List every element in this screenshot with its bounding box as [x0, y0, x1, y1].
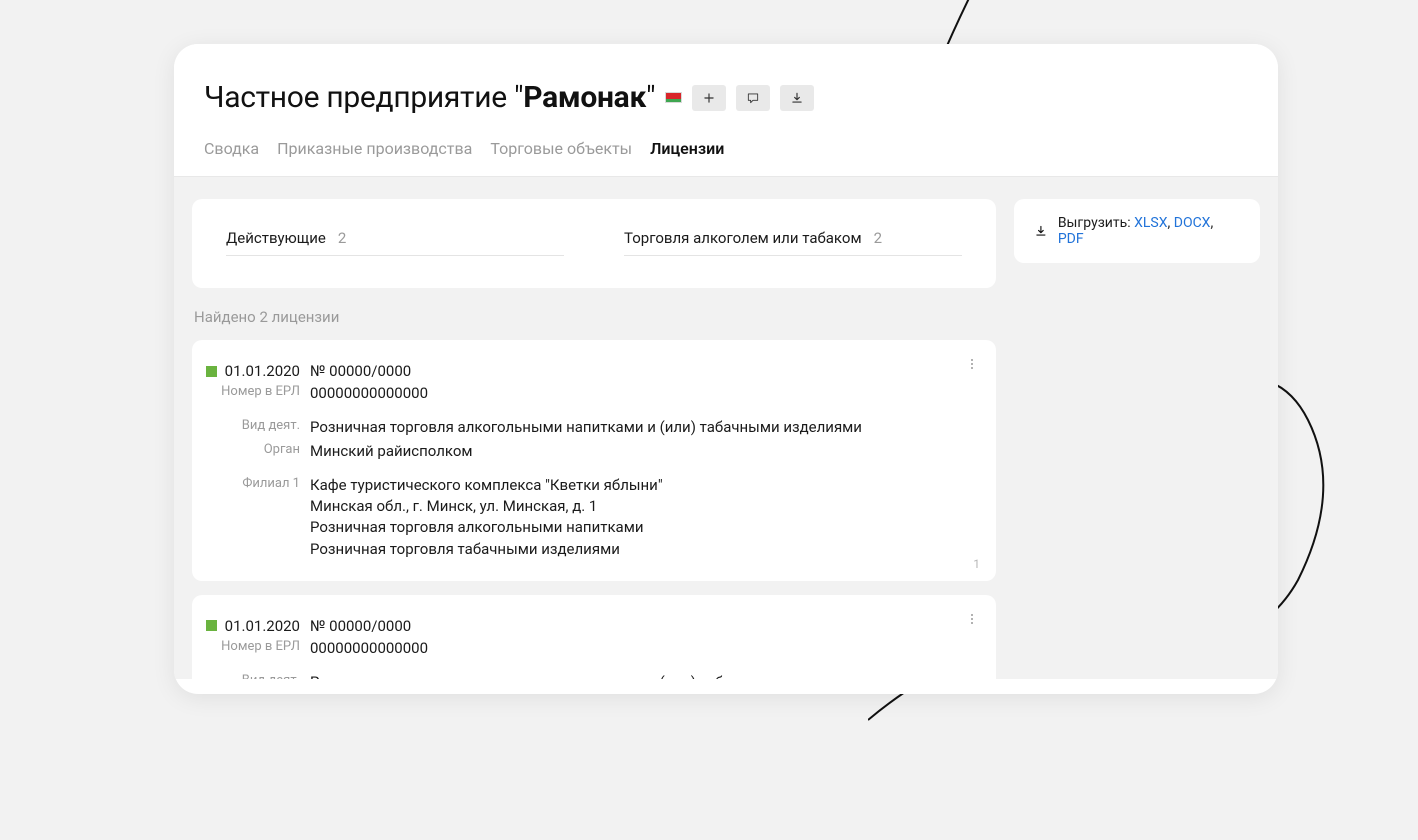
license-date: 01.01.2020	[225, 617, 300, 635]
erl-value: 00000000000000	[310, 638, 428, 658]
card-menu-button[interactable]	[962, 609, 982, 629]
download-button[interactable]	[780, 85, 814, 111]
tabs: Сводка Приказные производства Торговые о…	[174, 115, 1278, 177]
status-active-icon	[206, 366, 217, 377]
activity-label: Вид деят.	[220, 672, 310, 679]
export-pdf-link[interactable]: PDF	[1058, 231, 1084, 247]
comment-icon	[746, 91, 760, 105]
export-card: Выгрузить: XLSX, DOCX, PDF	[1014, 199, 1260, 263]
erl-value: 00000000000000	[310, 383, 428, 403]
tab-licenses[interactable]: Лицензии	[650, 139, 724, 158]
license-date: 01.01.2020	[225, 362, 300, 380]
activity-label: Вид деят.	[220, 417, 310, 437]
download-icon	[1034, 224, 1048, 238]
tab-summary[interactable]: Сводка	[204, 139, 259, 158]
license-number: № 00000/0000	[310, 362, 411, 380]
branch-label: Филиал 1	[220, 475, 310, 560]
license-card: 01.01.2020 № 00000/0000 Номер в ЕРЛ 0000…	[192, 595, 996, 679]
branch-value: Кафе туристического комплекса "Кветки яб…	[310, 475, 663, 560]
flag-belarus-icon	[665, 92, 682, 103]
comment-button[interactable]	[736, 85, 770, 111]
plus-icon	[702, 91, 716, 105]
authority-label: Орган	[220, 441, 310, 461]
activity-value: Розничная торговля алкогольными напиткам…	[310, 417, 862, 437]
add-button[interactable]	[692, 85, 726, 111]
export-label: Выгрузить:	[1058, 215, 1131, 231]
license-card: 01.01.2020 № 00000/0000 Номер в ЕРЛ 0000…	[192, 340, 996, 581]
page-title: Частное предприятие "Рамонак"	[204, 80, 655, 115]
export-docx-link[interactable]: DOCX	[1174, 215, 1211, 231]
card-menu-button[interactable]	[962, 354, 982, 374]
authority-value: Минский райисполком	[310, 441, 473, 461]
app-window: Частное предприятие "Рамонак" Сводка При…	[174, 44, 1278, 694]
erl-label: Номер в ЕРЛ	[220, 638, 310, 658]
content-body: Действующие 2 Торговля алкоголем или таб…	[174, 177, 1278, 679]
stats-card: Действующие 2 Торговля алкоголем или таб…	[192, 199, 996, 288]
dots-vertical-icon	[964, 611, 980, 627]
header: Частное предприятие "Рамонак" Сводка При…	[174, 44, 1278, 177]
stat-active: Действующие 2	[226, 229, 564, 256]
card-index: 1	[973, 557, 980, 571]
activity-value: Розничная торговля алкогольными напиткам…	[310, 672, 862, 679]
export-xlsx-link[interactable]: XLSX	[1134, 215, 1167, 231]
download-icon	[790, 91, 804, 105]
license-number: № 00000/0000	[310, 617, 411, 635]
status-active-icon	[206, 620, 217, 631]
dots-vertical-icon	[964, 356, 980, 372]
stat-alcohol-tobacco: Торговля алкоголем или табаком 2	[624, 229, 962, 256]
results-count: Найдено 2 лицензии	[194, 308, 996, 326]
tab-trade-objects[interactable]: Торговые объекты	[490, 139, 632, 158]
tab-orders[interactable]: Приказные производства	[277, 139, 472, 158]
erl-label: Номер в ЕРЛ	[220, 383, 310, 403]
